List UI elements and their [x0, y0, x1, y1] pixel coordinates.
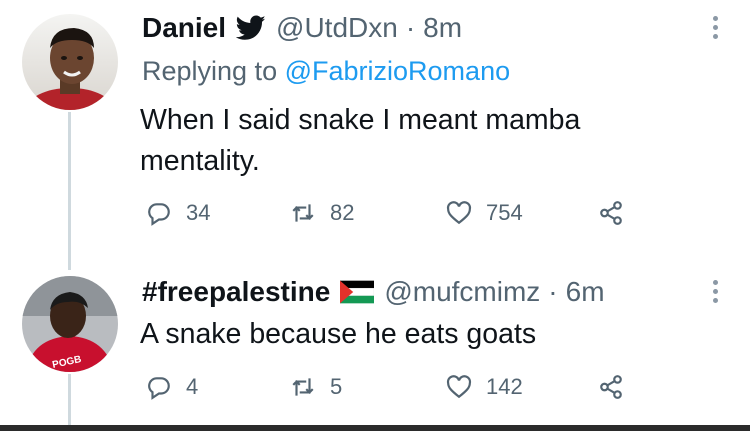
tweet2-reply-count: 4	[186, 374, 199, 399]
tweet2-text: A snake because he eats goats	[140, 314, 536, 355]
tweet2-reply-button[interactable]: 4	[146, 374, 198, 400]
tweet1-more-icon[interactable]	[713, 16, 719, 43]
tweet2-share-button[interactable]	[598, 374, 638, 400]
like-icon	[446, 201, 472, 225]
tweet1-text-line2: mentality.	[140, 145, 260, 177]
avatar-daniel-image	[22, 14, 118, 110]
thread-line	[68, 112, 71, 270]
tweet2-like-button[interactable]: 142	[446, 374, 523, 400]
tweet1-retweet-button[interactable]: 82	[290, 200, 354, 226]
reply-icon	[148, 203, 170, 226]
tweet1-reply-count: 34	[186, 200, 211, 225]
palestine-flag-icon	[340, 280, 375, 304]
tweet1-reply-button[interactable]: 34	[146, 200, 210, 226]
tweet2-actions: 4 5 142	[142, 374, 642, 406]
tweet2-retweet-count: 5	[330, 374, 343, 399]
retweet-icon	[292, 204, 314, 222]
replying-to-link[interactable]: @FabrizioRomano	[285, 56, 511, 86]
avatar-freepalestine-image: POGB	[22, 276, 118, 372]
reply-icon	[148, 377, 170, 400]
tweet2-handle[interactable]: @mufcmimz	[384, 276, 540, 308]
tweet2-display-name[interactable]: #freepalestine	[142, 276, 330, 308]
replying-to-label: Replying to	[142, 56, 278, 86]
tweet2-more-icon[interactable]	[713, 280, 719, 307]
tweet1-text-line1: When I said snake I meant mamba	[140, 104, 581, 136]
retweet-icon	[292, 378, 314, 396]
tweet1-like-count: 754	[486, 200, 523, 225]
like-icon	[446, 375, 472, 399]
tweet1-header: Daniel @UtdDxn · 8m	[142, 8, 462, 48]
tweet2-separator: ·	[548, 276, 558, 307]
tweet2-header: #freepalestine @mufcmimz · 6m	[142, 272, 605, 312]
tweet1-share-button[interactable]	[598, 200, 638, 226]
tweet2-like-count: 142	[486, 374, 523, 399]
tweet1-retweet-count: 82	[330, 200, 355, 225]
avatar-daniel[interactable]	[22, 14, 118, 110]
share-icon	[600, 375, 622, 399]
tweet1-separator: ·	[405, 12, 416, 43]
tweet1-text: When I said snake I meant mamba mentalit…	[140, 100, 580, 182]
tweet1-like-button[interactable]: 754	[446, 200, 523, 226]
avatar-freepalestine[interactable]: POGB	[22, 276, 118, 372]
tweet2-text-line1: A snake because he eats goats	[140, 318, 537, 350]
tweet1-actions: 34 82 754	[142, 200, 642, 232]
tweet1-replying-to: Replying to @FabrizioRomano	[142, 56, 510, 87]
tweet1-handle[interactable]: @UtdDxn	[276, 12, 398, 44]
tweet2-time[interactable]: 6m	[566, 276, 605, 308]
tweet1-display-name[interactable]: Daniel	[142, 12, 226, 44]
bottom-bar	[0, 425, 750, 431]
thread-line-lower	[68, 374, 71, 431]
share-icon	[600, 201, 622, 225]
verified-twitter-bird-icon	[236, 15, 266, 41]
tweet1-time[interactable]: 8m	[423, 12, 462, 44]
tweet2-retweet-button[interactable]: 5	[290, 374, 342, 400]
